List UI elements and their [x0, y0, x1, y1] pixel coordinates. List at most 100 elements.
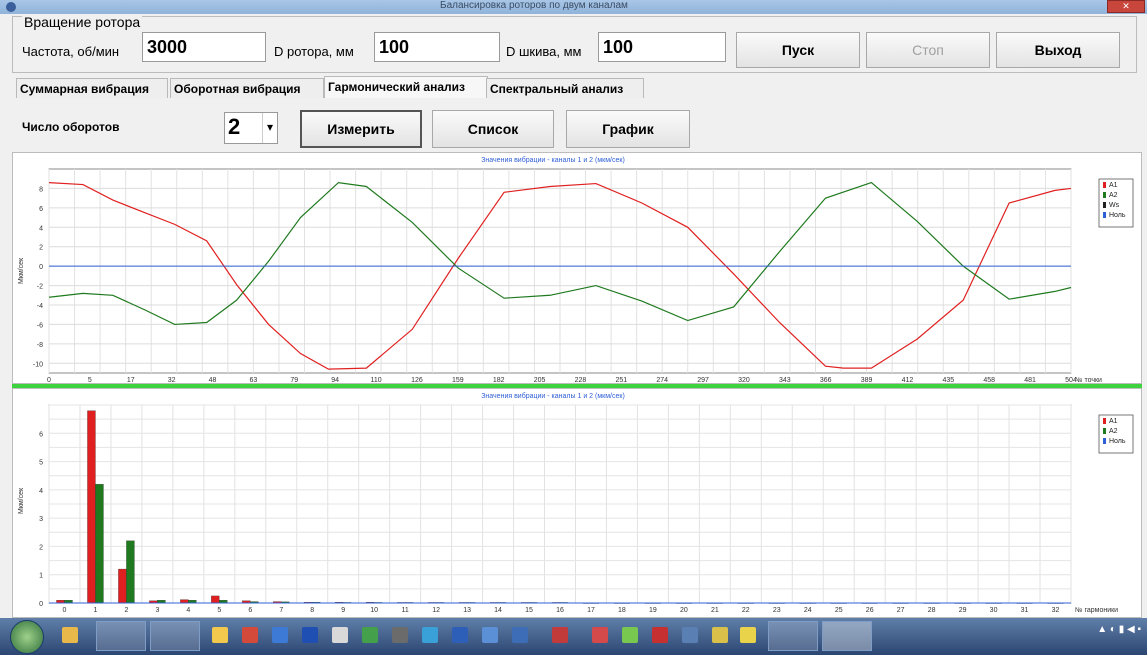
app-icon[interactable] — [302, 627, 318, 643]
x-tick-label: 366 — [820, 377, 832, 383]
app-icon[interactable] — [482, 627, 498, 643]
taskbar-task[interactable] — [150, 621, 200, 651]
y-tick-label: 3 — [39, 516, 43, 523]
chart-title: Значения вибрации - каналы 1 и 2 (мкм/се… — [481, 156, 625, 164]
bar-a2 — [95, 484, 104, 604]
x-tick-label: 251 — [615, 377, 627, 383]
taskbar-task-active[interactable] — [822, 621, 872, 651]
app-icon[interactable] — [682, 627, 698, 643]
x-tick-label: 5 — [88, 377, 92, 383]
x-tick-label: 79 — [290, 377, 298, 383]
start-orb-icon[interactable] — [10, 620, 44, 654]
measure-button[interactable]: Измерить — [300, 110, 422, 148]
x-tick-label: 6 — [248, 607, 252, 614]
x-tick-label: 18 — [618, 607, 626, 614]
legend-label: A2 — [1109, 428, 1118, 435]
folder-icon[interactable] — [62, 627, 78, 643]
app-icon[interactable] — [332, 627, 348, 643]
exit-button[interactable]: Выход — [996, 32, 1120, 68]
x-tick-label: 5 — [217, 607, 221, 614]
app-icon[interactable] — [272, 627, 288, 643]
x-tick-label: 481 — [1024, 377, 1036, 383]
legend-label: A1 — [1109, 418, 1118, 425]
x-tick-label: 94 — [331, 377, 339, 383]
legend-label: A2 — [1109, 192, 1118, 199]
harmonic-chart: Значения вибрации - каналы 1 и 2 (мкм/се… — [18, 392, 1134, 614]
x-tick-label: 14 — [494, 607, 502, 614]
y-tick-label: 0 — [39, 601, 43, 608]
tab-spectral-analysis[interactable]: Спектральный анализ — [486, 78, 644, 98]
x-tick-label: 320 — [738, 377, 750, 383]
start-button[interactable]: Пуск — [736, 32, 860, 68]
y-tick-label: 6 — [39, 206, 43, 213]
app-icon[interactable] — [362, 627, 378, 643]
app-icon[interactable] — [652, 627, 668, 643]
x-tick-label: 48 — [209, 377, 217, 383]
x-tick-label: 11 — [402, 607, 409, 614]
x-tick-label: 21 — [711, 607, 719, 614]
x-tick-label: 26 — [866, 607, 874, 614]
rotor-diameter-input[interactable]: 100 — [374, 32, 500, 62]
revolutions-spinner[interactable]: 2 ▾ — [224, 112, 278, 144]
taskbar: ▲ ◐ ▮ ◀ ▪ — [0, 618, 1147, 655]
system-tray[interactable]: ▲ ◐ ▮ ◀ ▪ — [1097, 624, 1141, 636]
spinner-arrow-icon[interactable]: ▾ — [262, 113, 277, 143]
x-tick-label: 63 — [250, 377, 258, 383]
frequency-input[interactable]: 3000 — [142, 32, 266, 62]
tab-rotational-vibration[interactable]: Оборотная вибрация — [170, 78, 324, 98]
x-tick-label: 31 — [1021, 607, 1029, 614]
y-tick-label: 4 — [39, 488, 43, 495]
frequency-label: Частота, об/мин — [22, 44, 120, 59]
x-tick-label: 9 — [341, 607, 345, 614]
bar-a1 — [118, 568, 127, 604]
pulley-diameter-input[interactable]: 100 — [598, 32, 726, 62]
app-icon[interactable] — [452, 627, 468, 643]
x-tick-label: 1 — [94, 607, 98, 614]
legend-label: Ws — [1109, 202, 1120, 209]
x-tick-label: 19 — [649, 607, 657, 614]
x-tick-label: 205 — [534, 377, 546, 383]
app-icon[interactable] — [740, 627, 756, 643]
y-tick-label: 5 — [39, 460, 43, 467]
legend-swatch — [1103, 418, 1106, 424]
x-tick-label: 17 — [127, 377, 135, 383]
app-icon[interactable] — [212, 627, 228, 643]
list-button[interactable]: Список — [432, 110, 554, 148]
bar-a1 — [180, 599, 189, 604]
x-tick-label: 30 — [990, 607, 998, 614]
x-tick-label: 2 — [124, 607, 128, 614]
app-icon[interactable] — [592, 627, 608, 643]
y-tick-label: -10 — [33, 361, 43, 368]
revolutions-value: 2 — [228, 114, 241, 139]
tab-total-vibration[interactable]: Суммарная вибрация — [16, 78, 168, 98]
app-icon[interactable] — [712, 627, 728, 643]
bar-a1 — [211, 595, 220, 604]
y-tick-label: -6 — [37, 322, 43, 329]
graph-button[interactable]: График — [566, 110, 690, 148]
taskbar-task[interactable] — [96, 621, 146, 651]
legend-swatch — [1103, 202, 1106, 208]
y-axis-label: Мкм/сек — [18, 257, 25, 284]
app-icon[interactable] — [512, 627, 528, 643]
x-tick-label: 110 — [370, 377, 381, 383]
chart-title: Значения вибрации - каналы 1 и 2 (мкм/се… — [481, 392, 625, 400]
x-tick-label: 8 — [310, 607, 314, 614]
x-tick-label: 159 — [452, 377, 464, 383]
app-icon[interactable] — [552, 627, 568, 643]
y-tick-label: 6 — [39, 431, 43, 438]
harmonic-chart-panel: Значения вибрации - каналы 1 и 2 (мкм/се… — [12, 388, 1142, 618]
app-icon[interactable] — [242, 627, 258, 643]
app-icon[interactable] — [422, 627, 438, 643]
legend-swatch — [1103, 438, 1106, 444]
time-chart: Значения вибрации - каналы 1 и 2 (мкм/се… — [18, 156, 1134, 384]
x-tick-label: 3 — [155, 607, 159, 614]
tab-harmonic-analysis[interactable]: Гармонический анализ — [324, 76, 488, 98]
x-tick-label: 182 — [493, 377, 505, 383]
app-icon[interactable] — [392, 627, 408, 643]
x-tick-label: 389 — [861, 377, 873, 383]
taskbar-task[interactable] — [768, 621, 818, 651]
x-tick-label: 27 — [897, 607, 905, 614]
stop-button[interactable]: Стоп — [866, 32, 990, 68]
close-button[interactable]: ✕ — [1107, 0, 1145, 13]
app-icon[interactable] — [622, 627, 638, 643]
